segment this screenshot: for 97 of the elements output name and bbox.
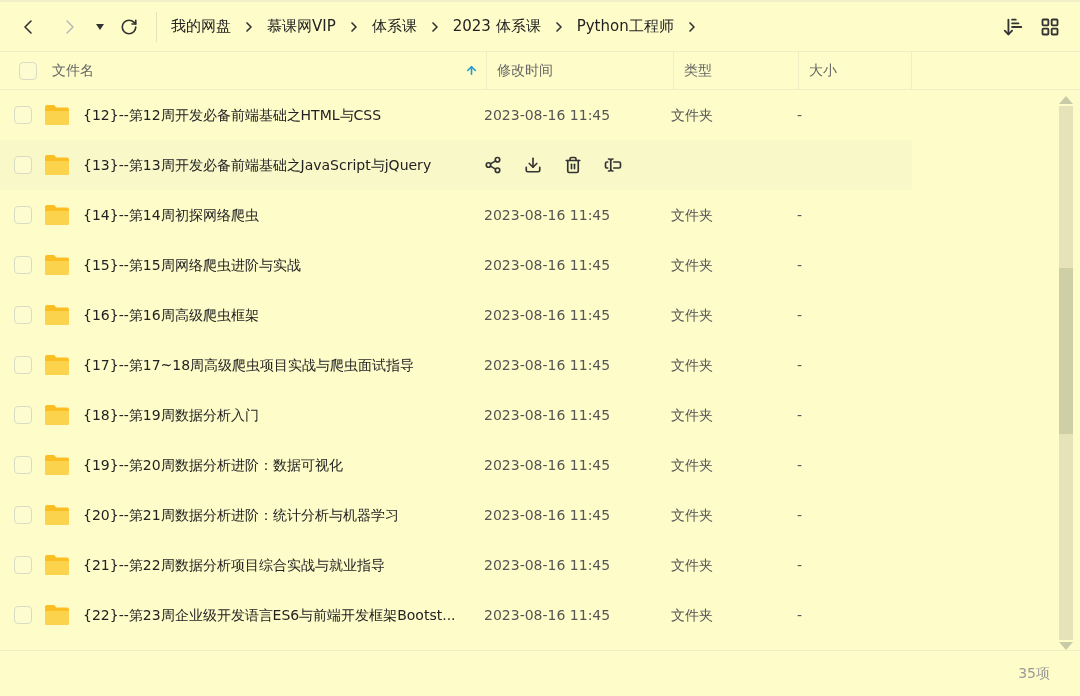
refresh-icon[interactable] [120,17,138,36]
delete-icon[interactable] [564,156,582,174]
file-type: 文件夹 [671,205,714,225]
checkbox[interactable] [14,306,32,324]
file-size: - [797,555,803,575]
file-size: - [797,455,803,475]
file-type: 文件夹 [671,255,714,275]
column-header[interactable]: 类型 [684,60,712,81]
dropdown-icon[interactable] [96,23,104,30]
file-name[interactable]: {21}--第22周数据分析项目综合实战与就业指导 [83,554,473,576]
file-row[interactable]: {18}--第19周数据分析入门 2023-08-16 11:45 文件夹 - [0,390,912,440]
folder-icon [44,404,70,426]
checkbox[interactable] [14,356,32,374]
file-size: - [797,355,803,375]
file-type: 文件夹 [671,305,714,325]
file-size: - [797,205,803,225]
folder-icon [44,204,70,226]
file-type: 文件夹 [671,505,714,525]
checkbox[interactable] [14,156,32,174]
file-name[interactable]: {16}--第16周高级爬虫框架 [83,304,473,326]
file-row[interactable]: {13}--第13周开发必备前端基础之JavaScript与jQuery [0,140,912,190]
folder-icon [44,154,70,176]
scrollbar-track[interactable] [1059,106,1073,640]
folder-icon [44,504,70,526]
file-name[interactable]: {12}--第12周开发必备前端基础之HTML与CSS [83,104,473,126]
column-header[interactable]: 大小 [809,60,837,81]
breadcrumb-link[interactable]: 体系课 [371,15,417,38]
share-icon[interactable] [484,156,502,174]
file-row[interactable]: {22}--第23周企业级开发语言ES6与前端开发框架Bootst... 2023-08-16 11:45 文件夹 - [0,590,912,640]
modified-time: 2023-08-16 11:45 [484,355,612,375]
file-size: - [797,605,803,625]
file-size: - [797,405,803,425]
checkbox[interactable] [14,506,32,524]
modified-time: 2023-08-16 11:45 [484,105,612,125]
modified-time: 2023-08-16 11:45 [484,255,612,275]
grid-view-icon[interactable] [1040,16,1060,37]
folder-icon [44,554,70,576]
modified-time: 2023-08-16 11:45 [484,455,612,475]
file-name[interactable]: {14}--第14周初探网络爬虫 [83,204,473,226]
checkbox[interactable] [14,256,32,274]
file-size: - [797,505,803,525]
download-icon[interactable] [524,156,542,174]
file-row[interactable]: {15}--第15周网络爬虫进阶与实战 2023-08-16 11:45 文件夹 - [0,240,912,290]
checkbox[interactable] [19,61,37,80]
sort-arrow-icon [465,64,478,77]
checkbox[interactable] [14,456,32,474]
rename-icon[interactable] [604,156,622,174]
breadcrumb-link[interactable]: 慕课网VIP [267,15,336,38]
checkbox[interactable] [14,606,32,624]
modified-time: 2023-08-16 11:45 [484,305,612,325]
scroll-down-icon[interactable] [1059,642,1073,650]
breadcrumb-link[interactable]: 我的网盘 [171,15,231,38]
file-row[interactable]: {21}--第22周数据分析项目综合实战与就业指导 2023-08-16 11:45 文件夹 - [0,540,912,590]
file-name[interactable]: {18}--第19周数据分析入门 [83,404,473,426]
file-type: 文件夹 [671,555,714,575]
file-row[interactable]: {20}--第21周数据分析进阶：统计分析与机器学习 2023-08-16 11:45 文件夹 - [0,490,912,540]
modified-time: 2023-08-16 11:45 [484,505,612,525]
breadcrumb-link[interactable]: Python工程师 [576,15,674,38]
folder-icon [44,104,70,126]
modified-time: 2023-08-16 11:45 [484,555,612,575]
file-name[interactable]: {17}--第17~18周高级爬虫项目实战与爬虫面试指导 [83,354,473,376]
checkbox[interactable] [14,206,32,224]
file-type: 文件夹 [671,355,714,375]
file-row[interactable]: {16}--第16周高级爬虫框架 2023-08-16 11:45 文件夹 - [0,290,912,340]
file-name[interactable]: {13}--第13周开发必备前端基础之JavaScript与jQuery [83,154,473,176]
scrollbar-thumb[interactable] [1059,268,1073,434]
modified-time: 2023-08-16 11:45 [484,605,612,625]
file-type: 文件夹 [671,455,714,475]
file-type: 文件夹 [671,405,714,425]
file-type: 文件夹 [671,605,714,625]
folder-icon [44,254,70,276]
file-size: - [797,305,803,325]
folder-icon [44,604,70,626]
folder-icon [44,354,70,376]
breadcrumb-link[interactable]: 2023 体系课 [452,15,541,38]
file-row[interactable]: {17}--第17~18周高级爬虫项目实战与爬虫面试指导 2023-08-16 11:45 文件夹 - [0,340,912,390]
file-row[interactable]: {12}--第12周开发必备前端基础之HTML与CSS 2023-08-16 11:45 文件夹 - [0,90,912,140]
modified-time: 2023-08-16 11:45 [484,405,612,425]
checkbox[interactable] [14,106,32,124]
file-row[interactable]: {19}--第20周数据分析进阶：数据可视化 2023-08-16 11:45 文件夹 - [0,440,912,490]
file-row[interactable]: {14}--第14周初探网络爬虫 2023-08-16 11:45 文件夹 - [0,190,912,240]
file-name[interactable]: {22}--第23周企业级开发语言ES6与前端开发框架Bootst... [83,604,473,626]
file-type: 文件夹 [671,105,714,125]
file-name[interactable]: {19}--第20周数据分析进阶：数据可视化 [83,454,473,476]
modified-time: 2023-08-16 11:45 [484,205,612,225]
scroll-up-icon[interactable] [1059,96,1073,104]
checkbox[interactable] [14,556,32,574]
folder-icon [44,304,70,326]
item-count: 35项 [1018,664,1050,683]
folder-icon [44,454,70,476]
column-header[interactable]: 文件名 [52,60,478,81]
column-header[interactable]: 修改时间 [497,60,553,81]
checkbox[interactable] [14,406,32,424]
file-name[interactable]: {15}--第15周网络爬虫进阶与实战 [83,254,473,276]
file-name[interactable]: {20}--第21周数据分析进阶：统计分析与机器学习 [83,504,473,526]
file-size: - [797,255,803,275]
file-size: - [797,105,803,125]
